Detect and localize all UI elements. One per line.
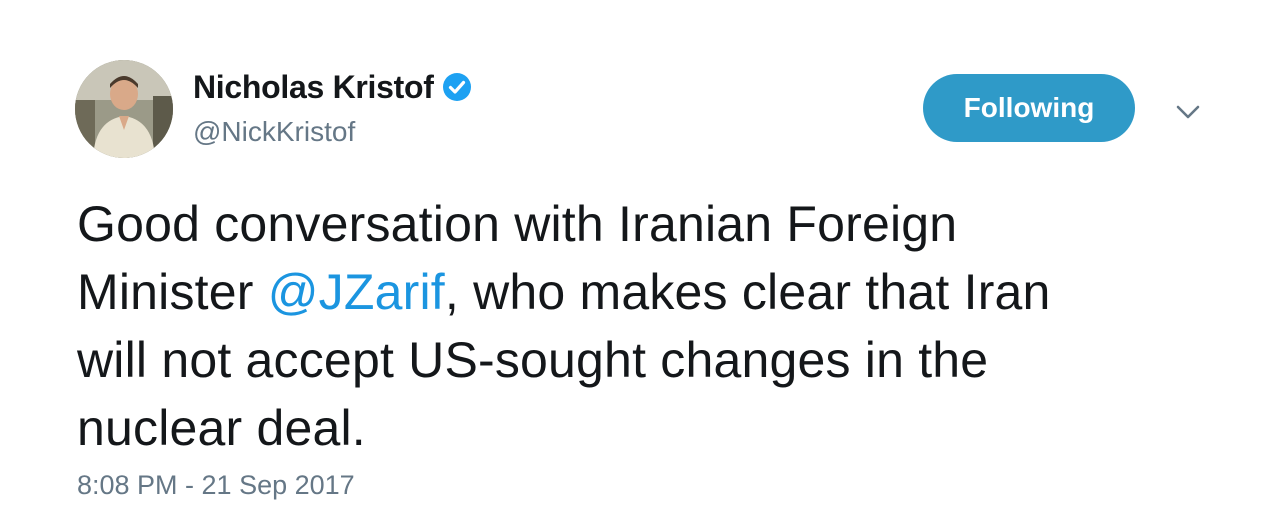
user-avatar	[75, 60, 173, 158]
tweet-card: Nicholas Kristof @NickKristof Following …	[0, 0, 1280, 512]
tweet-text-line: nuclear deal.	[77, 400, 366, 456]
mention-link[interactable]: @JZarif	[268, 264, 445, 320]
verified-badge-icon	[442, 72, 472, 102]
author-name-row: Nicholas Kristof	[193, 66, 472, 108]
author-display-name[interactable]: Nicholas Kristof	[193, 69, 434, 106]
tweet-text-segment: , who makes clear that Iran	[444, 264, 1051, 320]
tweet-text-line: Minister @JZarif, who makes clear that I…	[77, 258, 1197, 326]
tweet-text-line: Good conversation with Iranian Foreign	[77, 196, 958, 252]
avatar[interactable]	[75, 60, 173, 158]
tweet-text: Good conversation with Iranian Foreign M…	[77, 190, 1197, 462]
tweet-text-line: will not accept US-sought changes in the	[77, 332, 989, 388]
author-handle[interactable]: @NickKristof	[193, 116, 355, 148]
following-button[interactable]: Following	[923, 74, 1135, 142]
chevron-down-icon[interactable]	[1172, 98, 1204, 126]
tweet-timestamp[interactable]: 8:08 PM - 21 Sep 2017	[77, 470, 355, 501]
tweet-text-segment: Minister	[77, 264, 268, 320]
